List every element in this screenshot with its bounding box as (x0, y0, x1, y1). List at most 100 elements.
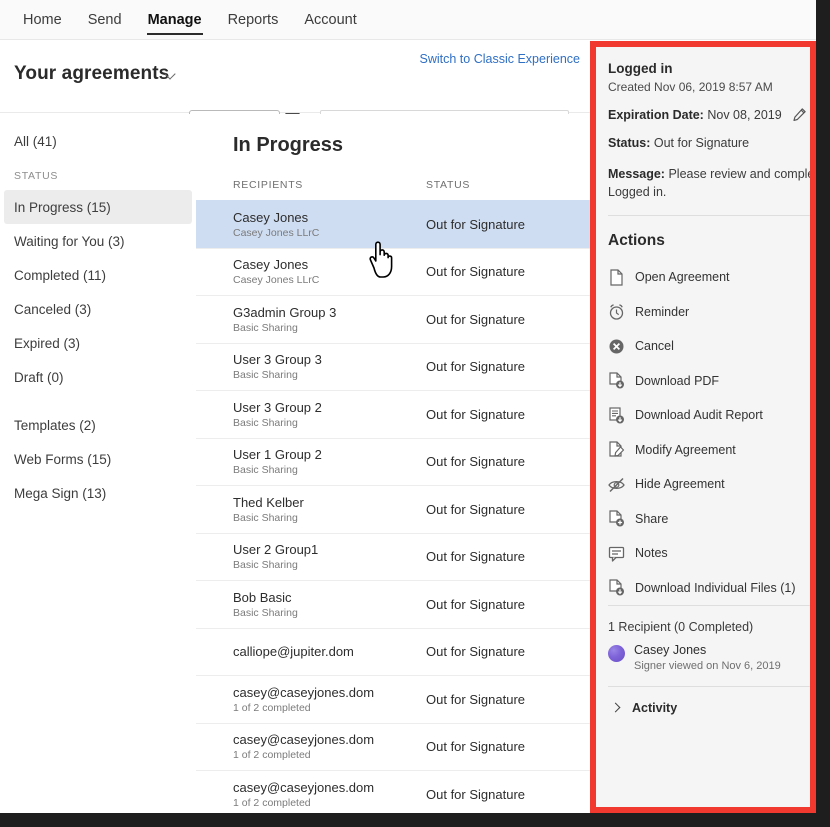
sidebar-item-web-forms[interactable]: Web Forms (15) (4, 442, 192, 476)
download-pdf-icon (608, 372, 625, 389)
agreement-message-text: Please review and complet (668, 167, 816, 181)
filters-sidebar: All (41) STATUS In Progress (15) Waiting… (0, 114, 196, 817)
row-status: Out for Signature (426, 692, 525, 707)
row-status: Out for Signature (426, 217, 525, 232)
expiration-date-row: Expiration Date: Nov 08, 2019 (608, 108, 800, 122)
column-header-recipients: RECIPIENTS (233, 179, 426, 191)
activity-section-toggle[interactable]: Activity (608, 687, 810, 715)
list-title: In Progress (196, 114, 590, 157)
table-row[interactable]: G3admin Group 3Basic SharingOut for Sign… (196, 295, 590, 343)
action-download-pdf[interactable]: Download PDF (608, 364, 810, 399)
table-row[interactable]: Casey JonesCasey Jones LLrCOut for Signa… (196, 200, 590, 248)
action-reminder[interactable]: Reminder (608, 295, 810, 330)
nav-item-send[interactable]: Send (75, 0, 135, 40)
action-modify-agreement[interactable]: Modify Agreement (608, 433, 810, 468)
row-recipient-name: User 3 Group 2 (233, 400, 426, 415)
document-icon (608, 269, 625, 286)
expiration-date-value: Nov 08, 2019 (707, 108, 781, 122)
row-status: Out for Signature (426, 312, 525, 327)
horizontal-scrollbar[interactable] (0, 813, 830, 827)
recipient-name: Casey Jones (634, 643, 781, 657)
nav-item-reports[interactable]: Reports (215, 0, 292, 40)
row-recipient: User 3 Group 3Basic Sharing (233, 352, 426, 381)
table-row[interactable]: Bob BasicBasic SharingOut for Signature (196, 580, 590, 628)
action-download-individual-files-1[interactable]: Download Individual Files (1) (608, 571, 810, 606)
adobe-sign-manage-window: Home Send Manage Reports Account Switch … (0, 0, 830, 827)
row-recipient-sub: Casey Jones LLrC (233, 227, 426, 239)
row-recipient-name: Thed Kelber (233, 495, 426, 510)
table-row[interactable]: User 3 Group 3Basic SharingOut for Signa… (196, 343, 590, 391)
sidebar-item-in-progress[interactable]: In Progress (15) (4, 190, 192, 224)
action-label: Open Agreement (635, 270, 730, 284)
table-row[interactable]: calliope@jupiter.domOut for Signature (196, 628, 590, 676)
chevron-down-icon[interactable] (166, 70, 177, 81)
nav-item-manage[interactable]: Manage (135, 0, 215, 40)
row-status: Out for Signature (426, 264, 525, 279)
edit-pencil-icon[interactable] (793, 108, 806, 121)
sidebar-item-canceled[interactable]: Canceled (3) (4, 292, 192, 326)
row-recipient: Bob BasicBasic Sharing (233, 590, 426, 619)
download-files-icon (608, 579, 625, 596)
action-open-agreement[interactable]: Open Agreement (608, 260, 810, 295)
sidebar-item-mega-sign[interactable]: Mega Sign (13) (4, 476, 192, 510)
sidebar-item-templates[interactable]: Templates (2) (4, 408, 192, 442)
list-column-headers: RECIPIENTS STATUS (196, 157, 590, 200)
row-recipient: User 3 Group 2 Basic Sharing (233, 400, 426, 429)
row-recipient-sub: Basic Sharing (233, 417, 426, 429)
row-recipient-name: User 2 Group1 (233, 542, 426, 557)
row-recipient-name: casey@caseyjones.dom (233, 685, 426, 700)
row-recipient-name: Casey Jones (233, 257, 426, 272)
sidebar-item-all[interactable]: All (41) (4, 124, 192, 158)
table-row[interactable]: Thed KelberBasic SharingOut for Signatur… (196, 485, 590, 533)
action-label: Download PDF (635, 374, 719, 388)
table-row[interactable]: User 3 Group 2Basic SharingOut for Signa… (196, 390, 590, 438)
table-row[interactable]: User 2 Group1Basic SharingOut for Signat… (196, 533, 590, 581)
vertical-scrollbar[interactable] (816, 0, 830, 818)
action-download-audit-report[interactable]: Download Audit Report (608, 398, 810, 433)
page-title: Your agreements (14, 63, 169, 85)
sidebar-item-completed[interactable]: Completed (11) (4, 258, 192, 292)
row-recipient: User 1 Group 2Basic Sharing (233, 447, 426, 476)
row-status: Out for Signature (426, 787, 525, 802)
chevron-right-icon (612, 704, 621, 713)
cancel-circle-icon (608, 338, 625, 355)
actions-heading: Actions (608, 216, 810, 260)
agreement-status-value: Out for Signature (654, 136, 749, 150)
recipients-heading: 1 Recipient (0 Completed) (608, 606, 810, 643)
row-recipient-sub: Basic Sharing (233, 464, 426, 476)
nav-item-home[interactable]: Home (10, 0, 75, 40)
sidebar-section-status: STATUS (0, 162, 196, 190)
sidebar-spacer (0, 394, 196, 408)
recipient-item[interactable]: Casey Jones Signer viewed on Nov 6, 2019 (608, 643, 810, 686)
switch-to-classic-link[interactable]: Switch to Classic Experience (420, 52, 580, 66)
row-recipient-name: G3admin Group 3 (233, 305, 426, 320)
table-row[interactable]: Casey JonesCasey Jones LLrCOut for Signa… (196, 248, 590, 296)
row-recipient-sub: Basic Sharing (233, 369, 426, 381)
table-row[interactable]: casey@caseyjones.dom 1 of 2 completedOut … (196, 675, 590, 723)
nav-item-account[interactable]: Account (291, 0, 369, 40)
table-row[interactable]: casey@caseyjones.dom1 of 2 completedOut … (196, 723, 590, 771)
eye-slash-icon (608, 476, 625, 493)
row-recipient-sub: Basic Sharing (233, 607, 426, 619)
agreement-details-panel-highlight: Logged in Created Nov 06, 2019 8:57 AM E… (590, 41, 816, 813)
recipient-status: Signer viewed on Nov 6, 2019 (634, 660, 781, 672)
agreement-status-row: Status: Out for Signature (608, 136, 800, 150)
row-recipient-sub: 1 of 2 completed (233, 702, 426, 714)
sidebar-item-draft[interactable]: Draft (0) (4, 360, 192, 394)
action-share[interactable]: Share (608, 502, 810, 537)
action-notes[interactable]: Notes (608, 536, 810, 571)
action-hide-agreement[interactable]: Hide Agreement (608, 467, 810, 502)
modify-agreement-icon (608, 441, 625, 458)
agreement-status-label: Status: (608, 136, 650, 150)
action-label: Hide Agreement (635, 477, 725, 491)
row-recipient-sub: Basic Sharing (233, 512, 426, 524)
sidebar-item-expired[interactable]: Expired (3) (4, 326, 192, 360)
action-cancel[interactable]: Cancel (608, 329, 810, 364)
table-row[interactable]: casey@caseyjones.dom1 of 2 completedOut … (196, 770, 590, 817)
avatar (608, 645, 625, 662)
activity-label: Activity (632, 701, 677, 715)
table-row[interactable]: User 1 Group 2Basic SharingOut for Signa… (196, 438, 590, 486)
agreement-details-panel: Logged in Created Nov 06, 2019 8:57 AM E… (596, 47, 810, 807)
sidebar-item-waiting-for-you[interactable]: Waiting for You (3) (4, 224, 192, 258)
row-recipient-name: calliope@jupiter.dom (233, 644, 426, 659)
